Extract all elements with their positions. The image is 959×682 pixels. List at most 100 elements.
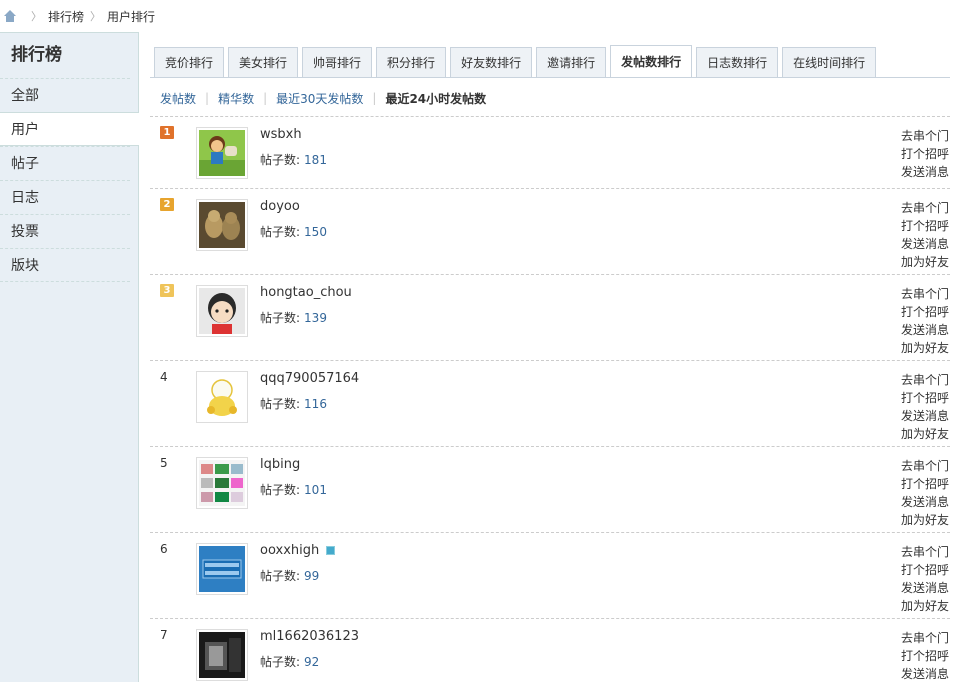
send-message-link[interactable]: 发送消息: [901, 493, 949, 511]
send-message-link[interactable]: 发送消息: [901, 665, 949, 682]
tab-friends[interactable]: 好友数排行: [450, 47, 533, 78]
user-avatar[interactable]: [196, 285, 248, 337]
tab-blogs[interactable]: 日志数排行: [696, 47, 779, 78]
send-message-link[interactable]: 发送消息: [901, 163, 949, 181]
greet-link[interactable]: 打个招呼: [901, 389, 949, 407]
username-link[interactable]: lqbing: [260, 457, 300, 472]
sub-tabs: 发帖数 | 精华数 | 最近30天发帖数 | 最近24小时发帖数: [160, 88, 486, 108]
send-message-link[interactable]: 发送消息: [901, 235, 949, 253]
greet-link[interactable]: 打个招呼: [901, 303, 949, 321]
post-count-value[interactable]: 181: [304, 153, 327, 167]
subtab-posts[interactable]: 发帖数: [160, 90, 196, 107]
visit-space-link[interactable]: 去串个门: [901, 285, 949, 303]
send-message-link[interactable]: 发送消息: [901, 579, 949, 597]
breadcrumb-item-user-ranking: 用户排行: [107, 9, 156, 24]
user-avatar[interactable]: [196, 629, 248, 681]
user-rank-row: 6 ooxxhigh 帖子数: 99 去串个门 打个招呼 发送消息 加为好友: [150, 532, 950, 618]
user-actions: 去串个门 打个招呼 发送消息 加为好友: [901, 199, 949, 271]
post-count: 帖子数: 139: [260, 309, 327, 326]
post-count-value[interactable]: 99: [304, 569, 319, 583]
rank-badge: 3: [160, 284, 174, 297]
user-avatar[interactable]: [196, 457, 248, 509]
user-actions: 去串个门 打个招呼 发送消息: [901, 629, 949, 682]
visit-space-link[interactable]: 去串个门: [901, 543, 949, 561]
post-count-value[interactable]: 116: [304, 397, 327, 411]
send-message-link[interactable]: 发送消息: [901, 407, 949, 425]
sidebar-item-users[interactable]: 用户: [0, 112, 139, 146]
user-avatar[interactable]: [196, 127, 248, 179]
chevron-right-icon: 〉: [90, 10, 102, 23]
user-actions: 去串个门 打个招呼 发送消息 加为好友: [901, 371, 949, 443]
username-link[interactable]: wsbxh: [260, 127, 302, 142]
add-friend-link[interactable]: 加为好友: [901, 339, 949, 357]
post-count: 帖子数: 150: [260, 223, 327, 240]
visit-space-link[interactable]: 去串个门: [901, 199, 949, 217]
post-count-value[interactable]: 139: [304, 311, 327, 325]
username-row: ooxxhigh: [260, 543, 336, 558]
add-friend-link[interactable]: 加为好友: [901, 425, 949, 443]
sidebar-item-blogs[interactable]: 日志: [0, 180, 130, 214]
post-count-value[interactable]: 150: [304, 225, 327, 239]
post-count-value[interactable]: 101: [304, 483, 327, 497]
add-friend-link[interactable]: 加为好友: [901, 511, 949, 529]
username-row: lqbing: [260, 457, 300, 472]
chevron-right-icon: 〉: [31, 10, 42, 23]
send-message-link[interactable]: 发送消息: [901, 321, 949, 339]
cats-photo-icon: [199, 202, 245, 248]
user-rank-row: 7 ml1662036123 帖子数: 92 去串个门 打个招呼 发送消息: [150, 618, 950, 682]
tab-bid[interactable]: 竞价排行: [154, 47, 225, 78]
rank-number: 4: [160, 370, 168, 384]
username-row: qqq790057164: [260, 371, 359, 386]
visit-space-link[interactable]: 去串个门: [901, 629, 949, 647]
greet-link[interactable]: 打个招呼: [901, 217, 949, 235]
sidebar-item-forums[interactable]: 版块: [0, 248, 130, 282]
rank-badge: 1: [160, 126, 174, 139]
visit-space-link[interactable]: 去串个门: [901, 457, 949, 475]
username-link[interactable]: hongtao_chou: [260, 285, 352, 300]
visit-space-link[interactable]: 去串个门: [901, 127, 949, 145]
ranking-list: 1 wsbxh 帖子数: 181 去串个门 打个招呼 发送消息 2 doyoo 帖子数: 150 去串…: [150, 116, 950, 682]
sidebar-item-polls[interactable]: 投票: [0, 214, 130, 248]
post-count-label: 帖子数:: [260, 397, 301, 411]
tab-posts[interactable]: 发帖数排行: [610, 45, 693, 78]
user-avatar[interactable]: [196, 199, 248, 251]
username-link[interactable]: doyoo: [260, 199, 300, 214]
tab-invite[interactable]: 邀请排行: [536, 47, 607, 78]
user-rank-row: 5 lqbing 帖子数: 101 去串个门 打个招呼 发送消息 加为好友: [150, 446, 950, 532]
sidebar-item-all[interactable]: 全部: [0, 78, 130, 112]
post-count: 帖子数: 116: [260, 395, 327, 412]
post-count-value[interactable]: 92: [304, 655, 319, 669]
tab-online-time[interactable]: 在线时间排行: [782, 47, 877, 78]
sidebar-item-threads[interactable]: 帖子: [0, 146, 130, 180]
tab-beauty[interactable]: 美女排行: [228, 47, 299, 78]
tab-handsome[interactable]: 帅哥排行: [302, 47, 373, 78]
user-avatar[interactable]: [196, 543, 248, 595]
home-icon[interactable]: [3, 10, 17, 22]
separator: |: [205, 91, 210, 105]
greet-link[interactable]: 打个招呼: [901, 647, 949, 665]
subtab-posts-30-days[interactable]: 最近30天发帖数: [276, 90, 363, 107]
add-friend-link[interactable]: 加为好友: [901, 597, 949, 615]
greet-link[interactable]: 打个招呼: [901, 561, 949, 579]
breadcrumb-item-ranking[interactable]: 排行榜: [48, 8, 84, 25]
ranking-tabs: 竞价排行 美女排行 帅哥排行 积分排行 好友数排行 邀请排行 发帖数排行 日志数排行 在线时间排…: [154, 45, 880, 78]
post-count-label: 帖子数:: [260, 311, 301, 325]
rank-number: 6: [160, 542, 168, 556]
username-row: hongtao_chou: [260, 285, 352, 300]
post-count-label: 帖子数:: [260, 655, 301, 669]
tab-credits[interactable]: 积分排行: [376, 47, 447, 78]
subtab-posts-24-hours[interactable]: 最近24小时发帖数: [385, 90, 486, 107]
separator: |: [263, 91, 268, 105]
post-count-label: 帖子数:: [260, 225, 301, 239]
user-avatar[interactable]: [196, 371, 248, 423]
greet-link[interactable]: 打个招呼: [901, 475, 949, 493]
post-count-label: 帖子数:: [260, 483, 301, 497]
add-friend-link[interactable]: 加为好友: [901, 253, 949, 271]
greet-link[interactable]: 打个招呼: [901, 145, 949, 163]
username-link[interactable]: ml1662036123: [260, 629, 359, 644]
user-rank-row: 4 qqq790057164 帖子数: 116 去串个门 打个招呼 发送消息 加为好友: [150, 360, 950, 446]
username-link[interactable]: qqq790057164: [260, 371, 359, 386]
subtab-digest[interactable]: 精华数: [218, 90, 254, 107]
username-link[interactable]: ooxxhigh: [260, 543, 319, 558]
visit-space-link[interactable]: 去串个门: [901, 371, 949, 389]
